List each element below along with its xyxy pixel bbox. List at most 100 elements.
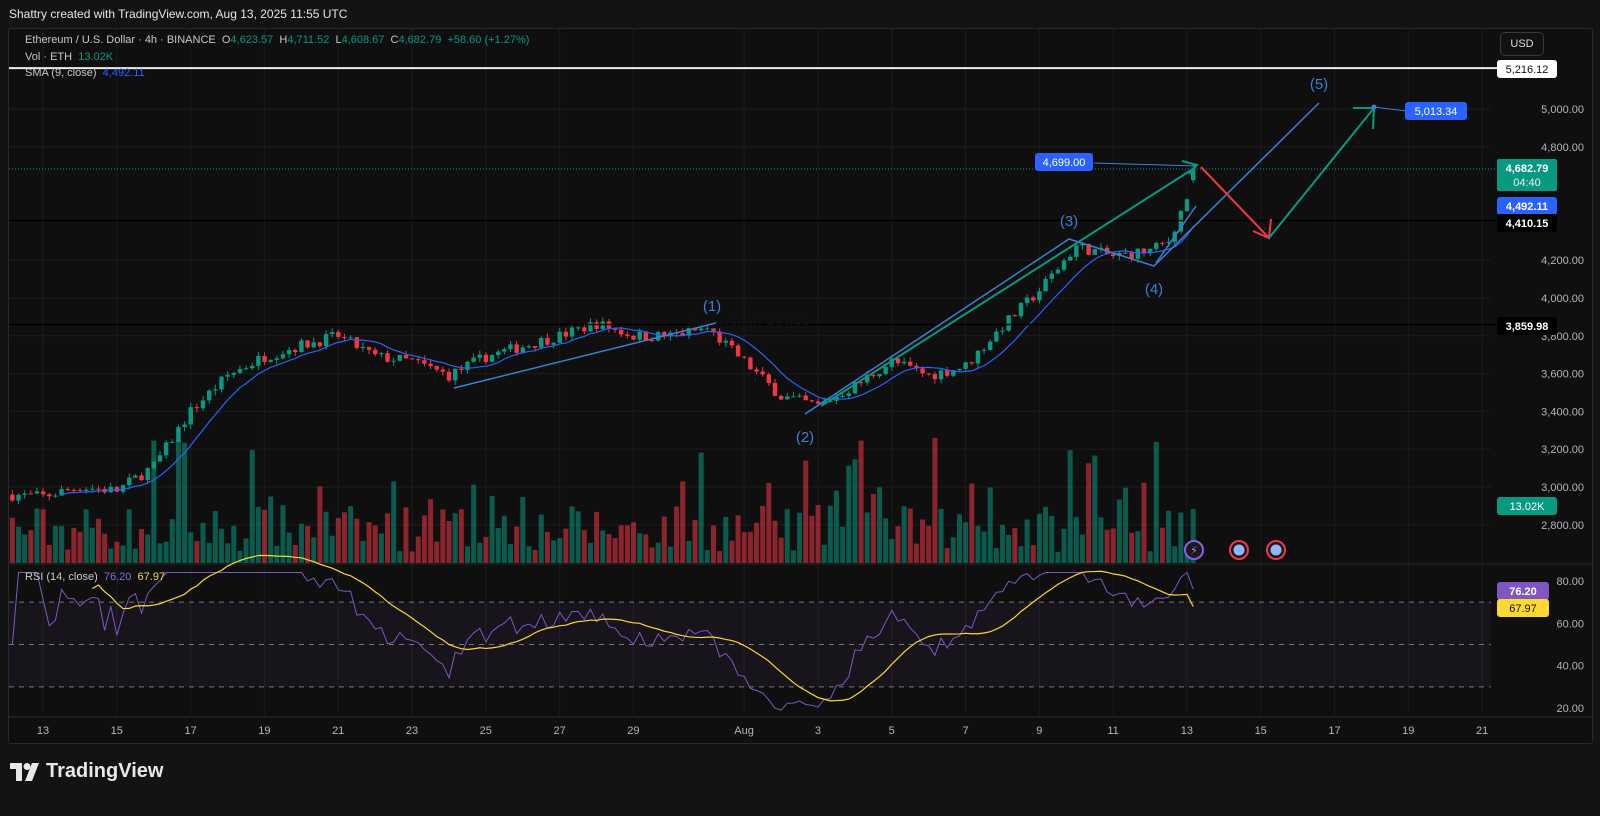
symbol-title[interactable]: Ethereum / U.S. Dollar · 4h · BINANCE <box>25 34 216 46</box>
chart-canvas[interactable]: 13 15 17 19 21 23 25 27 29 Aug 3 5 7 9 11 13 15 17 19 21 5,0… <box>9 29 1592 743</box>
candle-body <box>582 327 587 332</box>
volume-bar <box>225 543 231 563</box>
wave-label: (4) <box>1145 281 1163 298</box>
volume-bar <box>661 516 667 563</box>
candle-body <box>459 368 464 370</box>
lightning-glyph: ⚡ <box>1190 545 1198 557</box>
rsi-tick-label: 80.00 <box>1556 576 1584 588</box>
candle-body <box>176 427 181 442</box>
candle-body <box>723 340 728 343</box>
candle-body <box>871 375 876 377</box>
volume-bar <box>1043 506 1049 563</box>
volume-bar <box>557 538 563 563</box>
volume-bar <box>1159 527 1165 563</box>
y-tick-label: 3,400.00 <box>1541 406 1584 418</box>
candle-body <box>545 337 550 345</box>
candle-body <box>200 400 206 409</box>
y-tick-label: 2,800.00 <box>1541 520 1584 532</box>
volume-legend[interactable]: Vol · ETH 13.02K <box>25 51 113 63</box>
volume-bar <box>975 525 981 563</box>
candle-body <box>994 331 999 342</box>
volume-bar <box>680 481 686 563</box>
target-point <box>1371 104 1377 110</box>
volume-bar <box>600 530 606 563</box>
volume-bar <box>95 518 101 563</box>
sma-legend[interactable]: SMA (9, close) 4,492.11 <box>25 67 145 79</box>
currency-button[interactable]: USD <box>1500 32 1544 56</box>
volume-bar <box>508 544 514 563</box>
candle-body <box>348 337 353 339</box>
volume-bar <box>16 526 22 563</box>
tradingview-logo-text: TradingView <box>46 760 164 782</box>
volume-bar <box>1172 546 1178 563</box>
candle-body <box>981 349 987 351</box>
candle-body <box>619 329 624 335</box>
badge-level-4410: 4,410.15 <box>1506 218 1549 230</box>
candle-body <box>1123 252 1128 254</box>
x-tick-label: 3 <box>815 725 821 737</box>
candle-body <box>1037 291 1042 301</box>
volume-bar <box>218 528 224 563</box>
candle-body <box>28 493 34 495</box>
sma-value: 4,492.11 <box>102 67 145 79</box>
volume-bar <box>667 546 673 563</box>
projection-up-arrow <box>1268 107 1375 239</box>
volume-bar <box>618 525 624 563</box>
candle-body <box>22 493 27 495</box>
volume-bar <box>920 519 926 563</box>
candle-body <box>96 488 101 490</box>
candle-body <box>496 351 501 356</box>
rsi-legend[interactable]: RSI (14, close) 76.20 67.97 <box>25 571 165 583</box>
volume-bar <box>151 440 157 563</box>
candle-body <box>772 383 778 396</box>
volume-bar <box>231 525 237 563</box>
volume-bar <box>969 483 975 563</box>
volume-bar <box>1073 517 1079 563</box>
volume-bar <box>674 506 680 563</box>
volume-bar <box>551 540 557 563</box>
high-price-label: 4,699.00 <box>1043 157 1086 169</box>
y-tick-label: 3,200.00 <box>1541 444 1584 456</box>
candle-body <box>957 368 962 371</box>
us-economic-event-icon[interactable] <box>1229 540 1249 560</box>
volume-bar <box>883 518 889 563</box>
candle-body <box>883 366 888 375</box>
x-tick-label: 15 <box>111 725 123 737</box>
volume-bar <box>587 542 593 563</box>
volume-bar <box>606 534 612 563</box>
candle-body <box>1135 248 1141 259</box>
candle-body <box>748 357 753 370</box>
earnings-event-icon[interactable]: ⚡ <box>1184 540 1204 560</box>
candle-body <box>975 350 981 364</box>
volume-bar <box>754 522 760 563</box>
volume-bar <box>348 506 354 563</box>
candle-body <box>53 495 58 497</box>
candle-body <box>588 322 593 332</box>
us-economic-event-icon[interactable] <box>1266 540 1286 560</box>
candle-body <box>1031 297 1036 301</box>
volume-bar <box>145 534 151 563</box>
tradingview-logo[interactable]: TradingView <box>10 760 163 783</box>
chart-pane[interactable]: 13 15 17 19 21 23 25 27 29 Aug 3 5 7 9 11 13 15 17 19 21 5,0… <box>8 28 1593 744</box>
projection-down-arrow <box>1200 166 1270 239</box>
candle-body <box>446 371 452 381</box>
candle-body <box>1000 330 1005 332</box>
volume-bar <box>846 465 852 563</box>
candle-body <box>237 369 243 373</box>
candle-body <box>385 353 390 362</box>
candle-body <box>243 368 249 370</box>
candle-body <box>901 361 907 364</box>
volume-bar <box>409 551 415 563</box>
volume-bar <box>1129 532 1135 563</box>
volume-bar <box>1061 528 1067 563</box>
symbol-legend[interactable]: Ethereum / U.S. Dollar · 4h · BINANCE O4… <box>25 34 529 46</box>
volume-bar <box>575 511 581 563</box>
candle-body <box>305 340 310 348</box>
volume-bar <box>114 541 120 563</box>
volume-bar <box>421 515 427 563</box>
candle-body <box>127 477 132 486</box>
candle-body <box>963 362 968 369</box>
candle-body <box>256 356 261 366</box>
candle-body <box>1067 256 1073 261</box>
candle-body <box>1160 242 1165 244</box>
